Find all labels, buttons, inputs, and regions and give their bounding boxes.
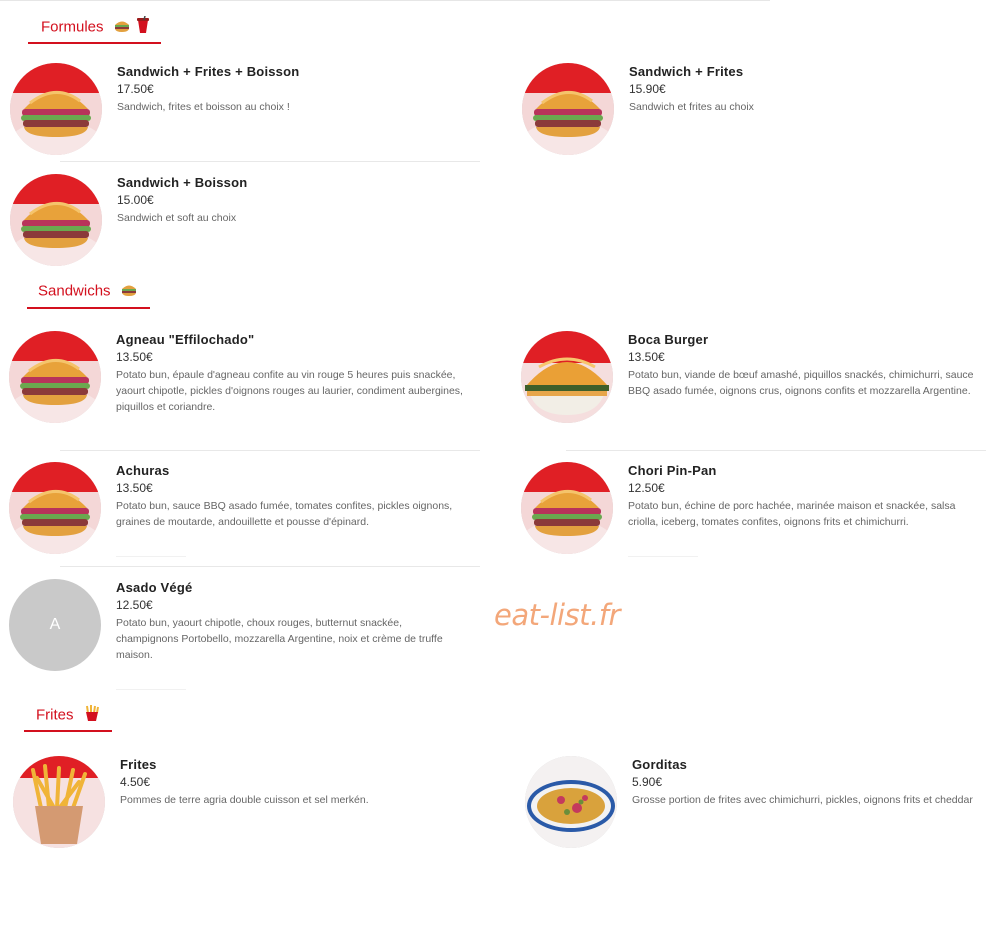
- cup-emoji-icon: [136, 15, 150, 38]
- item-name: Boca Burger: [628, 332, 709, 347]
- item-description: Potato bun, yaourt chipotle, choux rouge…: [116, 617, 443, 661]
- item-name: Gorditas: [632, 757, 688, 772]
- item-description: Potato bun, échine de porc hachée, marin…: [628, 500, 956, 528]
- faint-divider: [116, 556, 186, 557]
- avatar-letter: A: [49, 616, 61, 633]
- item-price: 15.00€: [117, 193, 154, 207]
- menu-item-asado-vege[interactable]: A Asado Végé 12.50€ Potato bun, yaourt c…: [9, 579, 443, 671]
- burger-emoji-icon: [121, 281, 137, 301]
- menu-item-agneau[interactable]: Agneau "Effilochado" 13.50€ Potato bun, …: [9, 331, 463, 423]
- section-label: Sandwichs: [38, 282, 111, 300]
- item-description: Potato bun, viande de bœuf amashé, piqui…: [628, 369, 974, 397]
- item-price: 12.50€: [116, 598, 153, 612]
- menu-item-gorditas[interactable]: Gorditas 5.90€ Grosse portion de frites …: [525, 756, 973, 848]
- item-price: 12.50€: [628, 481, 665, 495]
- item-divider: [60, 450, 480, 451]
- burger-emoji-icon: [114, 17, 130, 37]
- menu-item-sandwich-boisson[interactable]: Sandwich + Boisson 15.00€ Sandwich et so…: [10, 174, 430, 266]
- item-price: 15.90€: [629, 82, 666, 96]
- item-price: 5.90€: [632, 775, 663, 789]
- menu-item-boca-burger[interactable]: Boca Burger 13.50€ Potato bun, viande de…: [521, 331, 974, 423]
- avatar-placeholder: A: [9, 579, 101, 671]
- section-label: Frites: [36, 706, 74, 724]
- item-name: Sandwich + Boisson: [117, 175, 248, 190]
- item-name: Achuras: [116, 463, 170, 478]
- item-price: 4.50€: [120, 775, 151, 789]
- menu-item-frites[interactable]: Frites 4.50€ Pommes de terre agria doubl…: [13, 756, 433, 848]
- item-description: Sandwich et frites au choix: [629, 101, 754, 113]
- faint-divider: [628, 556, 698, 557]
- menu-item-achuras[interactable]: Achuras 13.50€ Potato bun, sauce BBQ asa…: [9, 462, 452, 554]
- item-name: Sandwich + Frites: [629, 64, 744, 79]
- food-photo: [9, 331, 101, 423]
- food-photo: [9, 462, 101, 554]
- item-description: Pommes de terre agria double cuisson et …: [120, 794, 369, 806]
- item-price: 13.50€: [116, 350, 153, 364]
- item-price: 13.50€: [116, 481, 153, 495]
- fries-emoji-icon: [84, 704, 100, 726]
- menu-item-sandwich-frites[interactable]: Sandwich + Frites 15.90€ Sandwich et fri…: [522, 63, 942, 155]
- section-underline: [27, 307, 150, 309]
- item-description: Sandwich, frites et boisson au choix !: [117, 101, 290, 113]
- food-photo: [522, 63, 614, 155]
- menu-item-chori-pin-pan[interactable]: Chori Pin-Pan 12.50€ Potato bun, échine …: [521, 462, 955, 554]
- item-name: Agneau "Effilochado": [116, 332, 255, 347]
- food-photo: [525, 756, 617, 848]
- item-description: Grosse portion de frites avec chimichurr…: [632, 794, 973, 806]
- item-price: 13.50€: [628, 350, 665, 364]
- food-photo: [521, 331, 613, 423]
- watermark: eat-list.fr: [494, 598, 620, 632]
- top-divider: [0, 0, 770, 1]
- item-name: Sandwich + Frites + Boisson: [117, 64, 300, 79]
- food-photo: [10, 63, 102, 155]
- section-label: Formules: [41, 18, 104, 36]
- item-divider: [60, 566, 480, 567]
- food-photo: [10, 174, 102, 266]
- item-name: Asado Végé: [116, 580, 193, 595]
- item-description: Potato bun, sauce BBQ asado fumée, tomat…: [116, 500, 453, 528]
- item-description: Sandwich et soft au choix: [117, 212, 237, 224]
- item-description: Potato bun, épaule d'agneau confite au v…: [116, 369, 463, 413]
- food-photo: [13, 756, 105, 848]
- item-divider: [566, 450, 986, 451]
- section-underline: [24, 730, 112, 732]
- food-photo: [521, 462, 613, 554]
- faint-divider: [116, 689, 186, 690]
- section-underline: [28, 42, 161, 44]
- menu-item-sandwich-frites-boisson[interactable]: Sandwich + Frites + Boisson 17.50€ Sandw…: [10, 63, 430, 155]
- item-name: Frites: [120, 757, 157, 772]
- item-divider: [60, 161, 480, 162]
- item-price: 17.50€: [117, 82, 154, 96]
- item-name: Chori Pin-Pan: [628, 463, 717, 478]
